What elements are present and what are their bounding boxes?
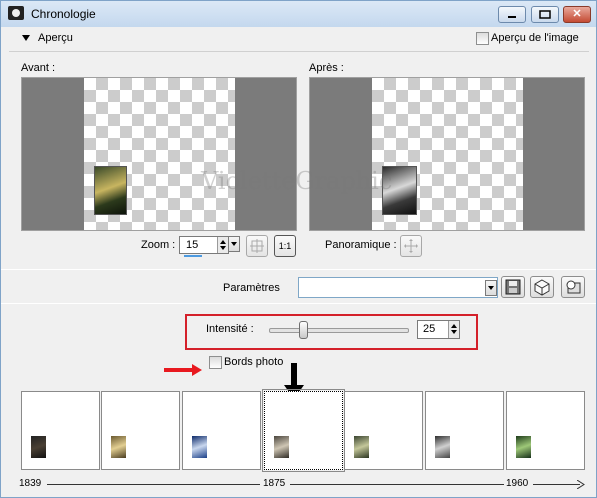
image-preview-label: Aperçu de l'image [491, 32, 579, 44]
timeline-thumbnail[interactable] [425, 391, 504, 470]
thumbnail-image [111, 436, 126, 458]
spin-down-icon [451, 330, 457, 334]
image-preview-checkbox[interactable] [476, 32, 489, 45]
maximize-icon [539, 10, 551, 19]
intensity-slider-track[interactable] [269, 328, 409, 333]
save-icon [505, 279, 521, 295]
camera-icon [8, 6, 24, 20]
zoom-dropdown-arrow[interactable] [228, 236, 240, 252]
spin-down-icon [220, 246, 226, 250]
settings-dropdown-arrow[interactable] [485, 280, 497, 296]
watermark: VioletteGraphic [201, 167, 393, 195]
zoom-spinbox[interactable]: 15 [179, 236, 229, 257]
after-label: Après : [309, 62, 344, 74]
timeline-thumbnail-selected[interactable] [262, 389, 345, 472]
actual-size-button[interactable]: 1:1 [274, 235, 296, 257]
divider [1, 269, 596, 270]
minimize-icon [508, 16, 516, 18]
intensity-spinbox[interactable]: 25 [417, 320, 460, 339]
pan-button[interactable] [400, 235, 422, 257]
pan-icon [404, 239, 418, 253]
timeline-arrow-icon [577, 480, 585, 489]
intensity-value: 25 [423, 323, 436, 335]
save-settings-button[interactable] [501, 276, 525, 298]
close-button[interactable]: ✕ [563, 6, 591, 23]
divider [9, 51, 589, 52]
settings-combobox[interactable] [298, 277, 498, 298]
title-bar[interactable]: Chronologie ✕ [1, 1, 596, 27]
thumbnail-image [192, 436, 207, 458]
intensity-slider-thumb[interactable] [299, 321, 308, 339]
intensity-label: Intensité : [206, 323, 254, 335]
dice-icon [534, 279, 550, 296]
close-icon: ✕ [572, 8, 582, 20]
before-label: Avant : [21, 62, 56, 74]
thumbnail-image [435, 436, 450, 458]
fit-to-window-button[interactable] [246, 235, 268, 257]
settings-label: Paramètres [223, 282, 280, 294]
timeline-axis [290, 484, 504, 485]
maximize-button[interactable] [531, 6, 559, 23]
pan-label: Panoramique : [325, 239, 397, 251]
red-arrow-icon [164, 364, 202, 376]
fit-to-window-icon [250, 239, 264, 253]
preview-toggle-button[interactable]: Aperçu [13, 29, 83, 47]
divider [1, 303, 596, 304]
before-preview[interactable] [21, 77, 297, 231]
manage-presets-button[interactable] [561, 276, 585, 298]
photo-edges-label: Bords photo [224, 356, 284, 368]
triangle-down-icon [22, 35, 30, 41]
spin-up-icon [451, 324, 457, 328]
thumbnail-image [516, 436, 531, 458]
timeline-thumbnail[interactable] [344, 391, 423, 470]
thumbnail-image [31, 436, 46, 458]
chronologie-dialog: Chronologie ✕ Aperçu Aperçu de l'image A… [0, 0, 597, 498]
window-title: Chronologie [31, 7, 96, 21]
actual-size-icon: 1:1 [278, 241, 292, 251]
timeline-thumbnail[interactable] [101, 391, 180, 470]
thumbnail-image [274, 436, 289, 458]
timeline-label-middle: 1875 [263, 478, 286, 489]
timeline-thumbnail[interactable] [506, 391, 585, 470]
after-preview[interactable] [309, 77, 585, 231]
randomize-button[interactable] [530, 276, 554, 298]
zoom-value: 15 [186, 239, 199, 251]
zoom-focus-underline [184, 255, 202, 257]
photo-edges-checkbox[interactable] [209, 356, 222, 369]
timeline-label-end: 1960 [506, 478, 529, 489]
timeline-thumbnail[interactable] [182, 391, 261, 470]
timeline-label-start: 1839 [19, 478, 42, 489]
timeline-axis [47, 484, 260, 485]
zoom-spin-buttons[interactable] [217, 237, 228, 253]
thumbnail-image [354, 436, 369, 458]
manage-presets-icon [566, 280, 581, 294]
spin-up-icon [220, 240, 226, 244]
minimize-button[interactable] [498, 6, 526, 23]
before-photo [94, 166, 127, 215]
intensity-spin-buttons[interactable] [448, 321, 459, 338]
preview-toggle-label: Aperçu [38, 32, 73, 44]
zoom-label: Zoom : [141, 239, 176, 251]
timeline-axis [533, 484, 580, 485]
timeline-thumbnail[interactable] [21, 391, 100, 470]
